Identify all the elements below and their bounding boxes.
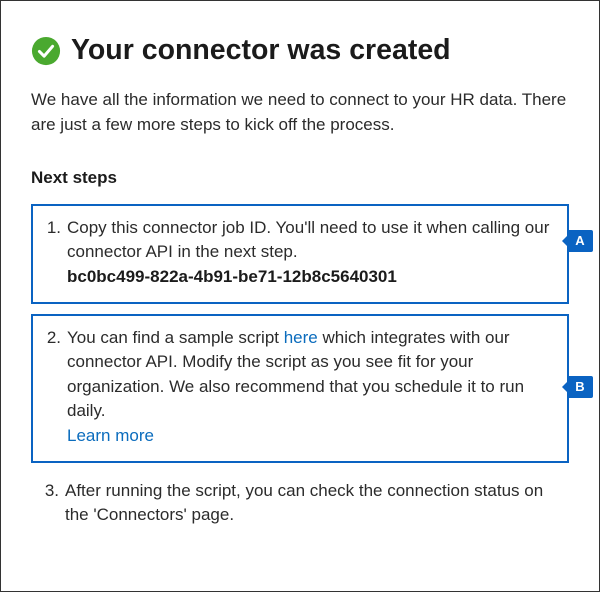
- sample-script-link[interactable]: here: [284, 328, 318, 347]
- step-number: 1.: [43, 216, 61, 290]
- step-1-body: Copy this connector job ID. You'll need …: [67, 216, 557, 290]
- step-3-text: After running the script, you can check …: [65, 481, 543, 525]
- confirmation-panel: Your connector was created We have all t…: [5, 5, 595, 558]
- step-3: 3. After running the script, you can che…: [31, 473, 569, 538]
- connector-job-id: bc0bc499-822a-4b91-be71-12b8c5640301: [67, 265, 557, 290]
- step-3-body: After running the script, you can check …: [65, 479, 559, 528]
- step-2-body: You can find a sample script here which …: [67, 326, 557, 449]
- step-1-text: Copy this connector job ID. You'll need …: [67, 218, 549, 262]
- callout-label-b: B: [567, 376, 593, 398]
- callout-label-a: A: [567, 230, 593, 252]
- step-2-text-pre: You can find a sample script: [67, 328, 284, 347]
- page-title: Your connector was created: [71, 35, 451, 66]
- step-1-box: 1. Copy this connector job ID. You'll ne…: [31, 204, 569, 304]
- steps-list: 1. Copy this connector job ID. You'll ne…: [31, 204, 569, 538]
- next-steps-heading: Next steps: [31, 168, 569, 188]
- success-check-icon: [31, 36, 61, 66]
- step-2-box: 2. You can find a sample script here whi…: [31, 314, 569, 463]
- learn-more-link[interactable]: Learn more: [67, 424, 557, 449]
- step-number: 2.: [43, 326, 61, 449]
- step-number: 3.: [41, 479, 59, 528]
- header: Your connector was created: [31, 35, 569, 66]
- intro-text: We have all the information we need to c…: [31, 88, 569, 137]
